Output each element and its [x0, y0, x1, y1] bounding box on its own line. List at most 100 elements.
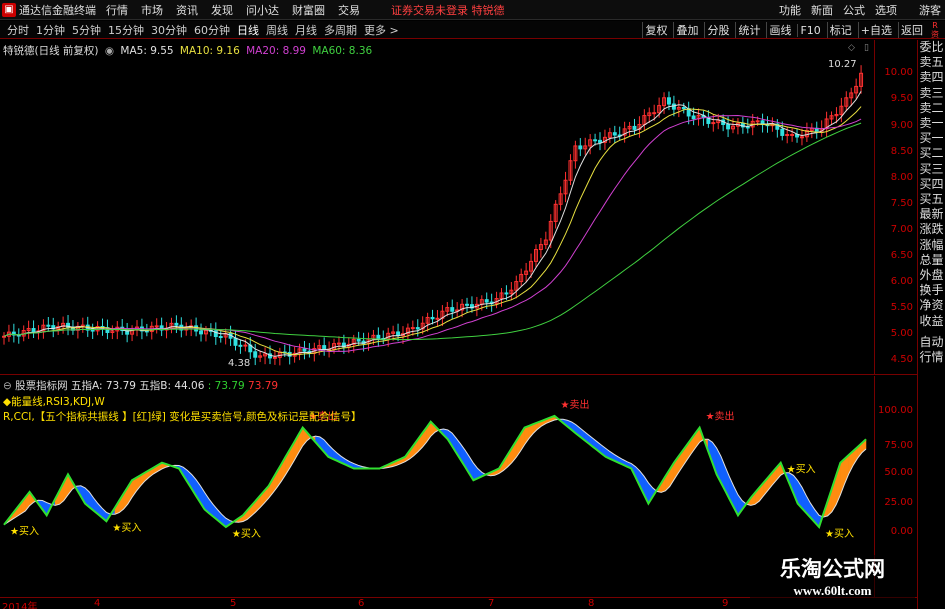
candle-body	[218, 336, 223, 339]
menu-wenxiaoda[interactable]: 问小达	[246, 2, 279, 18]
price-tick: 5.00	[890, 328, 913, 339]
period-toolbar: 分时 1分钟 5分钟 15分钟 30分钟 60分钟 日线 周线 月线 多周期 更…	[0, 21, 945, 39]
menu-faxian[interactable]: 发现	[211, 2, 233, 18]
sidebar-volume[interactable]: 总量	[918, 253, 945, 268]
kline-panel[interactable]: 特锐德(日线 前复权) ◉ MA5: 9.55 MA10: 9.16 MA20:…	[0, 40, 917, 375]
period-monthly[interactable]: 月线	[295, 22, 317, 38]
indicator-collapse-icon[interactable]: ⊖	[3, 380, 12, 392]
tool-f10[interactable]: F10	[797, 23, 822, 37]
menu-hangqing[interactable]: 行情	[106, 2, 128, 18]
menu-jiaoyi[interactable]: 交易	[338, 2, 360, 18]
sidebar-sell4[interactable]: 卖四	[918, 70, 945, 85]
tool-diejia[interactable]: 叠加	[673, 22, 700, 38]
sidebar-sell5[interactable]: 卖五	[918, 55, 945, 70]
tool-fuquan[interactable]: 复权	[642, 22, 669, 38]
period-1min[interactable]: 1分钟	[36, 22, 65, 38]
line-b-label: 五指B: 44.06	[139, 380, 205, 392]
candle-body	[681, 106, 686, 110]
tool-zixuan[interactable]: +自选	[857, 22, 894, 38]
sidebar-earnings[interactable]: 收益	[918, 314, 945, 329]
sidebar-quote[interactable]: 行情	[918, 350, 945, 365]
diamond-icon[interactable]: ◇	[848, 43, 855, 53]
ind-tick: 25.00	[884, 497, 913, 508]
corner-badge[interactable]: R 资	[927, 21, 943, 39]
period-daily[interactable]: 日线	[237, 22, 259, 38]
candle-body	[253, 351, 258, 358]
signal-buy: ★买入	[787, 464, 816, 476]
price-tick: 5.50	[890, 302, 913, 313]
sidebar-sell2[interactable]: 卖二	[918, 101, 945, 116]
sidebar-buy3[interactable]: 买三	[918, 162, 945, 177]
signal-buy: ★买入	[112, 522, 141, 534]
sidebar-netasset[interactable]: 净资	[918, 298, 945, 313]
menu-xinmian[interactable]: 新面	[811, 2, 833, 18]
period-30min[interactable]: 30分钟	[151, 22, 187, 38]
watermark: 乐淘公式网 www.60lt.com	[750, 555, 915, 607]
tool-huaxian[interactable]: 画线	[766, 22, 793, 38]
price-tick: 9.50	[890, 93, 913, 104]
tool-tongji[interactable]: 统计	[735, 22, 762, 38]
price-tick: 8.00	[890, 172, 913, 183]
period-more[interactable]: 更多 >	[364, 22, 399, 38]
date-tick: 7	[488, 598, 495, 609]
sidebar-weibi[interactable]: 委比	[918, 40, 945, 55]
date-tick: 6	[358, 598, 365, 609]
ind-tick: 50.00	[884, 467, 913, 478]
period-multi[interactable]: 多周期	[324, 22, 357, 38]
app-title: 通达信金融终端	[19, 3, 96, 17]
candle-body	[465, 303, 469, 306]
sidebar-sell3[interactable]: 卖三	[918, 86, 945, 101]
line-a-label: 五指A: 73.79	[71, 380, 136, 392]
candle-body	[666, 97, 671, 105]
candle-body	[243, 344, 248, 347]
menu-caifuquan[interactable]: 财富圈	[292, 2, 325, 18]
sidebar-buy2[interactable]: 买二	[918, 146, 945, 161]
tool-fengu[interactable]: 分股	[704, 22, 731, 38]
signal-buy: ★买入	[232, 528, 261, 540]
candle-body	[578, 145, 583, 150]
menu-xuanxiang[interactable]: 选项	[875, 2, 897, 18]
candle-body	[691, 115, 696, 120]
login-notice[interactable]: 证券交易未登录 特锐德	[391, 2, 505, 18]
kline-chart[interactable]	[0, 40, 874, 375]
ma60-label: MA60: 8.36	[312, 45, 373, 57]
tool-fanhui[interactable]: 返回	[898, 22, 925, 38]
period-60min[interactable]: 60分钟	[194, 22, 230, 38]
menu-zixun[interactable]: 资讯	[176, 2, 198, 18]
menu-gongshi[interactable]: 公式	[843, 2, 865, 18]
candle-body	[435, 317, 440, 320]
ma-toggle-icon[interactable]: ◉	[105, 45, 114, 57]
candle-body	[376, 334, 381, 340]
sidebar-change[interactable]: 涨跌	[918, 222, 945, 237]
candle-body	[671, 103, 676, 110]
sidebar-buy5[interactable]: 买五	[918, 192, 945, 207]
sidebar-sell1[interactable]: 卖一	[918, 116, 945, 131]
candle-body	[780, 128, 785, 136]
menu-youke[interactable]: 游客	[919, 2, 941, 18]
indicator-note-2: R,CCI,【五个指标共振线 】[红]绿] 变化是买卖信号,颜色及标记是配合信号…	[3, 411, 362, 423]
panel-toggle-icon[interactable]: ▯	[864, 43, 869, 53]
sidebar-outer[interactable]: 外盘	[918, 268, 945, 283]
candle-body	[711, 122, 716, 125]
sidebar-change-pct[interactable]: 涨幅	[918, 238, 945, 253]
menu-shichang[interactable]: 市场	[141, 2, 163, 18]
indicator-title[interactable]: 股票指标网	[15, 380, 68, 392]
sidebar-auto[interactable]: 自动	[918, 335, 945, 350]
sidebar-buy1[interactable]: 买一	[918, 131, 945, 146]
period-weekly[interactable]: 周线	[266, 22, 288, 38]
candle-body	[410, 327, 415, 330]
tool-biaoji[interactable]: 标记	[826, 22, 854, 38]
ind-tick: 100.00	[878, 405, 913, 416]
sidebar-buy4[interactable]: 买四	[918, 177, 945, 192]
candle-body	[430, 316, 435, 320]
period-15min[interactable]: 15分钟	[108, 22, 144, 38]
period-fenshi[interactable]: 分时	[7, 22, 29, 38]
chart-tools: 复权 叠加 分股 统计 画线 F10 标记 +自选 返回	[638, 21, 925, 39]
period-5min[interactable]: 5分钟	[72, 22, 101, 38]
sidebar-turnover[interactable]: 换手	[918, 283, 945, 298]
sidebar-latest[interactable]: 最新	[918, 207, 945, 222]
menu-gongneng[interactable]: 功能	[779, 2, 801, 18]
price-tick: 4.50	[890, 354, 913, 365]
candle-body	[790, 133, 795, 136]
candle-body	[632, 125, 637, 130]
